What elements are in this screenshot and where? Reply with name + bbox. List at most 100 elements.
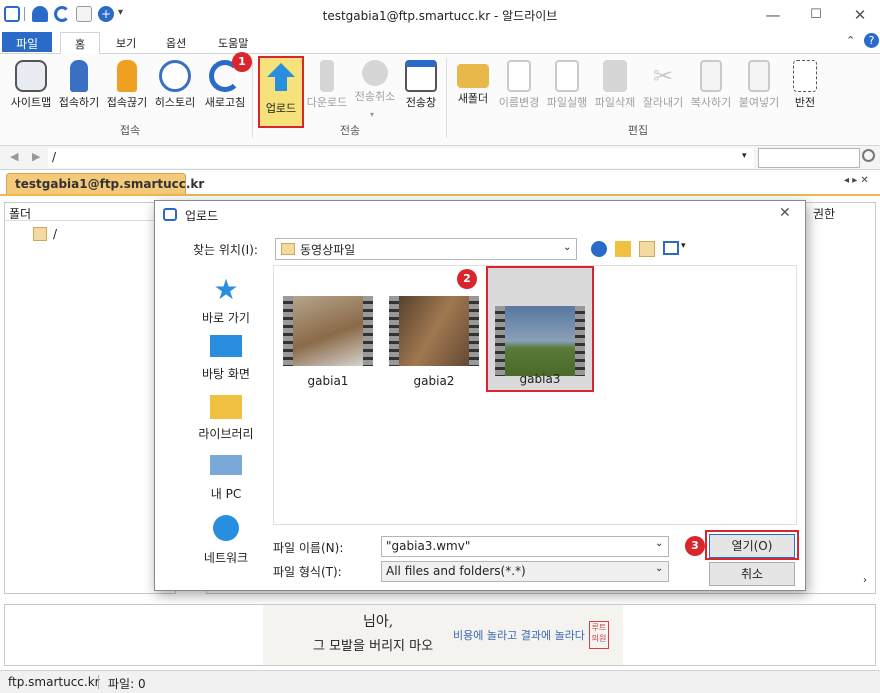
- ad-text-1: 님아,: [363, 614, 394, 630]
- place-label: 내 PC: [210, 487, 242, 501]
- chevron-down-icon[interactable]: ⌄: [563, 242, 571, 253]
- ad-text-3: 비용에 놀라고 결과에 놀라다: [453, 629, 585, 642]
- folder-icon: [281, 243, 295, 255]
- close-button[interactable]: ✕: [845, 4, 875, 26]
- place-quick-access[interactable]: ★ 바로 가기: [177, 275, 275, 326]
- refresh-label: 새로고침: [204, 96, 246, 109]
- upload-dialog: 업로드 ✕ 찾는 위치(I): 동영상파일 ⌄ ▾ ★ 바로 가기 바탕 화면 …: [154, 200, 806, 591]
- upload-arrow-stem: [275, 77, 287, 91]
- clock-icon: [159, 60, 191, 92]
- filetype-select[interactable]: All files and folders(*.*): [381, 561, 669, 582]
- folder-panel-header: 폴더: [5, 203, 175, 221]
- step-badge-1: 1: [232, 52, 252, 72]
- permission-header: 권한: [813, 207, 836, 221]
- tab-home[interactable]: 홈: [60, 32, 101, 55]
- lookin-label: 찾는 위치(I):: [193, 243, 258, 257]
- place-libraries[interactable]: 라이브러리: [177, 395, 275, 442]
- folder-icon: [33, 227, 47, 241]
- place-this-pc[interactable]: 내 PC: [177, 455, 275, 502]
- cancel-button[interactable]: 취소: [709, 562, 795, 586]
- cancel-transfer-icon: [362, 60, 388, 86]
- invert-selection-label: 반전: [794, 96, 816, 109]
- collapse-ribbon-icon[interactable]: ⌃: [846, 34, 855, 47]
- ad-stamp: 루트의원: [589, 621, 609, 649]
- transfer-window-button[interactable]: 전송창: [396, 58, 446, 118]
- network-icon: [213, 515, 239, 541]
- ribbon-tabs: 파일 홈 보기 옵션 도움말 ⌃ ?: [0, 30, 880, 55]
- filename-label: 파일 이름(N):: [273, 541, 344, 555]
- group-label-edit: 편집: [627, 124, 649, 137]
- chevron-down-icon[interactable]: ▾: [681, 241, 686, 251]
- invert-selection-icon: [793, 60, 817, 92]
- place-label: 네트워크: [203, 551, 249, 565]
- upload-button[interactable]: 업로드: [258, 56, 304, 128]
- computer-icon: [210, 455, 242, 475]
- lookin-select[interactable]: 동영상파일: [275, 238, 577, 260]
- tab-nav-icon[interactable]: ◂ ▸ ✕: [844, 175, 869, 186]
- back-icon[interactable]: ◀: [10, 150, 18, 163]
- file-item[interactable]: gabia1: [280, 296, 376, 392]
- tab-view[interactable]: 보기: [102, 32, 150, 54]
- place-label: 바탕 화면: [202, 367, 250, 381]
- place-network[interactable]: 네트워크: [177, 515, 275, 566]
- new-folder-icon[interactable]: [639, 241, 655, 257]
- ad-text-2: 그 모발을 버리지 마오: [313, 639, 434, 654]
- ad-banner: 님아, 그 모발을 버리지 마오 비용에 놀라고 결과에 놀라다 루트의원: [4, 604, 876, 666]
- rename-icon: [507, 60, 531, 92]
- connection-tab[interactable]: testgabia1@ftp.smartucc.kr: [6, 173, 204, 194]
- status-host: ftp.smartucc.kr: [8, 675, 100, 689]
- filename-input[interactable]: "gabia3.wmv": [381, 536, 669, 557]
- scroll-right-icon[interactable]: ›: [863, 575, 867, 586]
- new-folder-icon: [457, 64, 489, 88]
- history-button[interactable]: 히스토리: [150, 58, 200, 118]
- file-name: gabia3: [519, 372, 561, 386]
- chevron-down-icon[interactable]: ⌄: [655, 538, 663, 549]
- title-bar: + ▾ testgabia1@ftp.smartucc.kr - 알드라이브 —…: [0, 0, 880, 30]
- address-bar: ◀ ▶ / ▾: [0, 146, 880, 170]
- back-icon[interactable]: [591, 241, 607, 257]
- tab-options[interactable]: 옵션: [152, 32, 200, 54]
- library-icon: [210, 395, 242, 419]
- place-desktop[interactable]: 바탕 화면: [177, 335, 275, 382]
- download-arrow-icon: [320, 60, 334, 92]
- file-item[interactable]: gabia2: [386, 296, 482, 392]
- group-label-connect: 접속: [119, 124, 141, 137]
- forward-icon[interactable]: ▶: [32, 150, 40, 163]
- tab-help[interactable]: 도움말: [204, 32, 262, 54]
- chevron-down-icon[interactable]: ⌄: [655, 563, 663, 574]
- maximize-button[interactable]: ☐: [801, 4, 831, 26]
- dialog-app-icon: [163, 208, 177, 221]
- help-icon[interactable]: ?: [864, 33, 879, 48]
- search-input[interactable]: [758, 148, 860, 168]
- chevron-down-icon[interactable]: ▾: [742, 151, 747, 161]
- sitemap-icon: [15, 60, 47, 92]
- desktop-icon: [210, 335, 242, 357]
- ribbon: 사이트맵 접속하기 접속끊기 히스토리 새로고침 업로드 다운로드 전송취소 전…: [0, 54, 880, 146]
- video-thumbnail: [283, 296, 373, 366]
- places-bar: ★ 바로 가기 바탕 화면 라이브러리 내 PC 네트워크: [165, 265, 267, 565]
- lookin-value: 동영상파일: [300, 243, 356, 257]
- status-bar: ftp.smartucc.kr 파일: 0: [0, 670, 880, 693]
- place-label: 라이브러리: [198, 427, 254, 441]
- folder-panel: 폴더 /: [4, 202, 176, 594]
- search-icon[interactable]: [862, 149, 875, 162]
- up-folder-icon[interactable]: [615, 241, 631, 257]
- tab-file[interactable]: 파일: [2, 32, 52, 52]
- ad-image[interactable]: 님아, 그 모발을 버리지 마오 비용에 놀라고 결과에 놀라다 루트의원: [263, 605, 623, 665]
- upload-arrow-icon: [267, 63, 295, 77]
- open-button[interactable]: 열기(O): [709, 534, 795, 558]
- chevron-down-icon[interactable]: ▾: [370, 110, 374, 119]
- minimize-button[interactable]: —: [758, 4, 788, 26]
- path-input[interactable]: /: [48, 148, 754, 168]
- star-icon: ★: [213, 273, 239, 306]
- group-label-transfer: 전송: [339, 124, 361, 137]
- root-folder[interactable]: /: [53, 227, 57, 241]
- step-badge-3: 3: [685, 536, 705, 556]
- paste-icon: [748, 60, 770, 92]
- invert-selection-button[interactable]: 반전: [780, 58, 830, 118]
- view-menu-icon[interactable]: [663, 241, 679, 255]
- file-name: gabia1: [307, 374, 349, 388]
- trash-icon: [603, 60, 627, 92]
- run-file-icon: [555, 60, 579, 92]
- dialog-close-button[interactable]: ✕: [779, 205, 791, 221]
